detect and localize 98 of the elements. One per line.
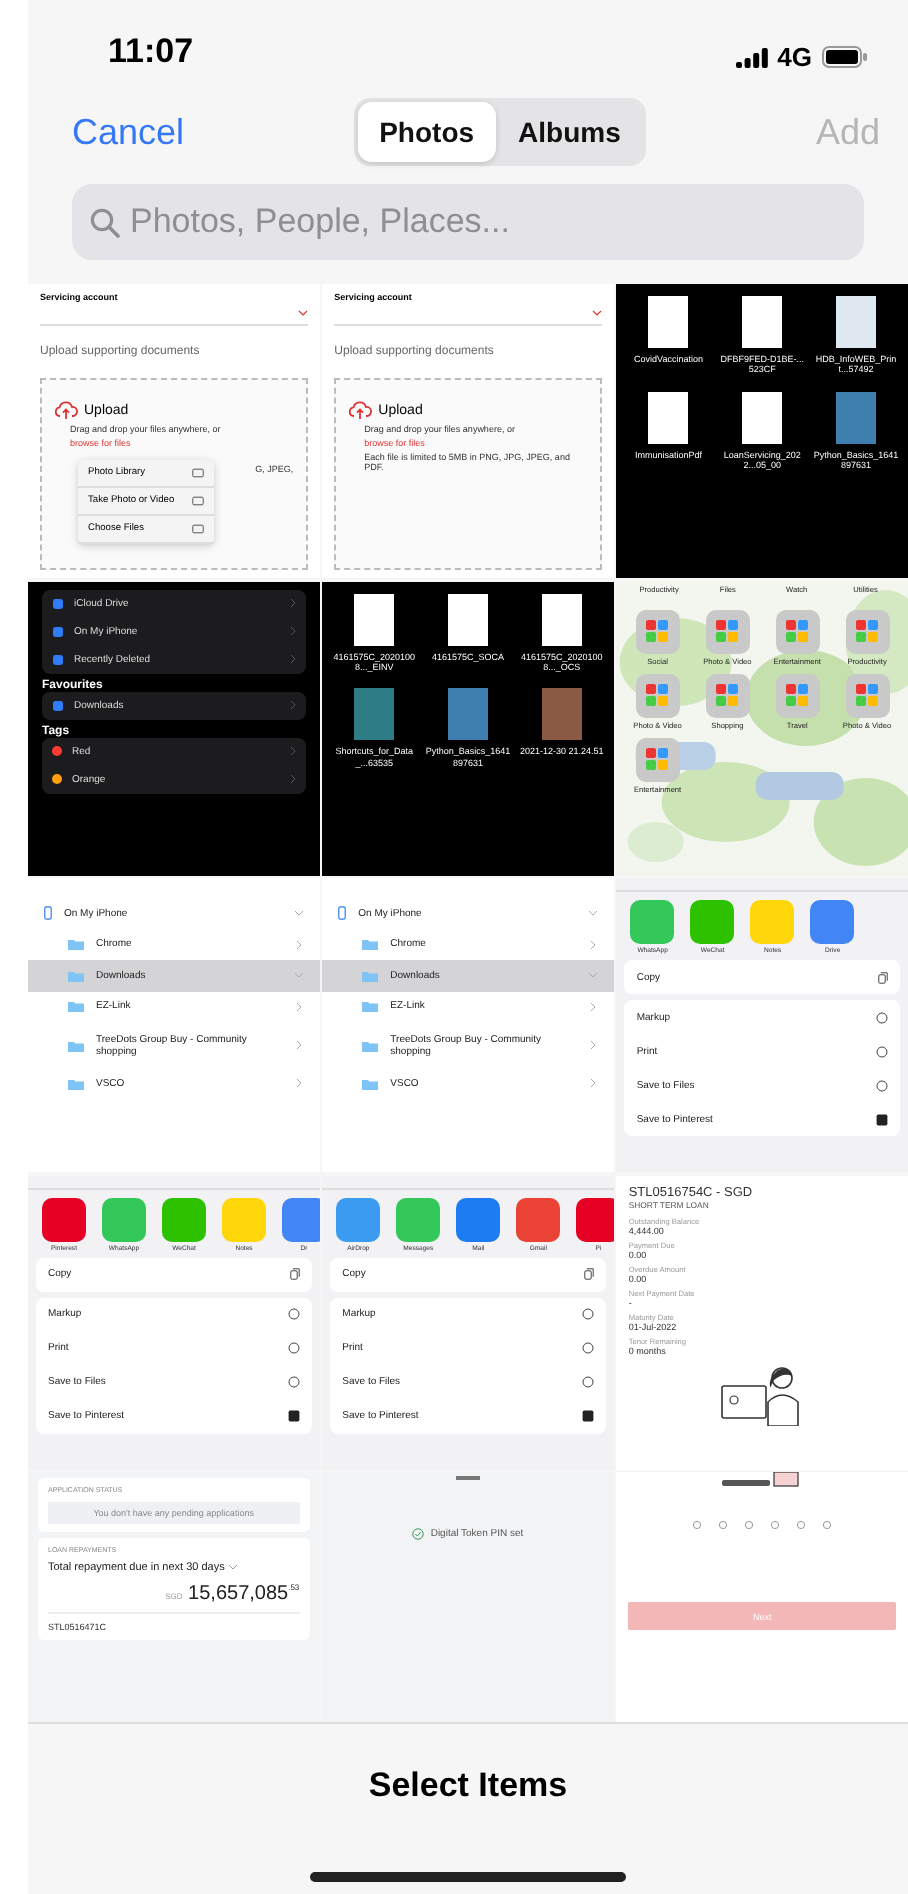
app-icon[interactable]: [810, 900, 855, 944]
file-thumbnail[interactable]: [742, 296, 783, 348]
signal-icon: [735, 47, 768, 67]
chevron-icon: [587, 908, 598, 919]
copy-icon: [878, 971, 888, 983]
chevron-icon: [591, 310, 602, 316]
action-icon: [876, 1079, 888, 1091]
app-icon[interactable]: [162, 1197, 206, 1241]
segment-tab[interactable]: Albums: [496, 102, 643, 162]
app-folder[interactable]: [845, 609, 890, 653]
chevron-icon: [293, 1078, 304, 1089]
chevron-icon: [587, 970, 598, 981]
chevron-icon: [587, 1040, 598, 1050]
file-thumbnail[interactable]: [742, 391, 783, 444]
app-icon[interactable]: [456, 1197, 501, 1241]
chevron-icon: [587, 1001, 598, 1012]
chevron-icon: [289, 598, 296, 608]
app-folder[interactable]: [635, 609, 680, 653]
menu-item-icon: [192, 524, 204, 534]
status-time: 11:07: [108, 32, 194, 72]
file-thumbnail[interactable]: [836, 296, 877, 348]
action-icon: [876, 1011, 888, 1023]
toolbar-title: Select Items: [368, 1766, 568, 1806]
check-circle-icon: [412, 1527, 425, 1539]
file-thumbnail[interactable]: [648, 391, 689, 444]
folder-icon: [362, 1000, 379, 1013]
network-label: 4G: [777, 42, 812, 72]
file-thumbnail[interactable]: [354, 688, 395, 741]
menu-item-icon: [192, 468, 204, 478]
app-folder[interactable]: [775, 609, 820, 653]
folder-icon: [68, 1039, 84, 1051]
cloud-upload-icon: [54, 400, 78, 420]
app-folder[interactable]: [635, 737, 680, 781]
chevron-icon: [293, 939, 304, 950]
app-folder[interactable]: [635, 673, 680, 717]
app-icon[interactable]: [516, 1197, 561, 1241]
action-icon: [581, 1308, 594, 1320]
action-icon: [287, 1342, 300, 1354]
page-dots-drawing: [692, 1520, 833, 1530]
chevron-icon: [293, 970, 304, 981]
file-thumbnail[interactable]: [648, 296, 689, 348]
action-icon: [581, 1342, 594, 1354]
folder-icon: [362, 1039, 379, 1051]
action-icon: [287, 1308, 300, 1320]
chevron-icon: [293, 1001, 304, 1012]
chevron-icon: [289, 774, 296, 784]
app-folder[interactable]: [845, 673, 890, 717]
file-thumbnail[interactable]: [541, 593, 582, 645]
action-icon: [581, 1410, 594, 1422]
action-icon: [581, 1376, 594, 1388]
chevron-icon: [587, 1078, 598, 1089]
folder-icon: [68, 969, 84, 982]
app-folder[interactable]: [775, 673, 820, 717]
copy-icon: [583, 1268, 594, 1280]
folder-icon: [68, 938, 84, 951]
app-icon[interactable]: [690, 900, 735, 944]
chevron-icon: [587, 939, 598, 950]
app-icon[interactable]: [42, 1197, 86, 1241]
app-icon[interactable]: [576, 1197, 614, 1241]
app-icon[interactable]: [282, 1197, 320, 1241]
action-icon: [876, 1045, 888, 1057]
menu-item-icon: [192, 496, 204, 506]
cloud-upload-icon: [348, 400, 373, 420]
action-icon: [876, 1113, 888, 1125]
action-icon: [287, 1410, 300, 1422]
file-thumbnail[interactable]: [447, 688, 488, 741]
copy-icon: [289, 1268, 300, 1280]
app-icon[interactable]: [630, 900, 675, 944]
chevron-icon: [289, 746, 296, 756]
action-icon: [287, 1376, 300, 1388]
file-thumbnail[interactable]: [354, 593, 395, 645]
app-icon[interactable]: [102, 1197, 146, 1241]
chevron-icon: [293, 1040, 304, 1050]
caret-icon: [227, 1564, 238, 1570]
battery-icon: [822, 46, 868, 68]
folder-icon: [68, 1077, 84, 1090]
phone-icon: [44, 906, 52, 921]
chevron-icon: [289, 654, 296, 664]
phone-icon: [338, 906, 347, 921]
chevron-icon: [297, 310, 308, 316]
folder-icon: [362, 969, 379, 982]
chevron-icon: [293, 908, 304, 919]
search-field[interactable]: Photos, People, Places...: [72, 184, 864, 260]
file-thumbnail[interactable]: [836, 391, 877, 444]
app-folder[interactable]: [705, 609, 750, 653]
app-icon[interactable]: [336, 1197, 381, 1241]
app-folder[interactable]: [705, 673, 750, 717]
file-thumbnail[interactable]: [541, 688, 582, 741]
laptop-base-drawing: [722, 1472, 803, 1488]
folder-icon: [362, 1077, 379, 1090]
folder-icon: [362, 938, 379, 951]
app-icon[interactable]: [396, 1197, 441, 1241]
segment-tab[interactable]: Photos: [357, 102, 497, 162]
cancel-button[interactable]: Cancel: [72, 111, 185, 153]
chevron-icon: [289, 626, 296, 636]
file-thumbnail[interactable]: [447, 593, 488, 645]
chevron-icon: [289, 700, 296, 710]
folder-icon: [68, 1000, 84, 1013]
